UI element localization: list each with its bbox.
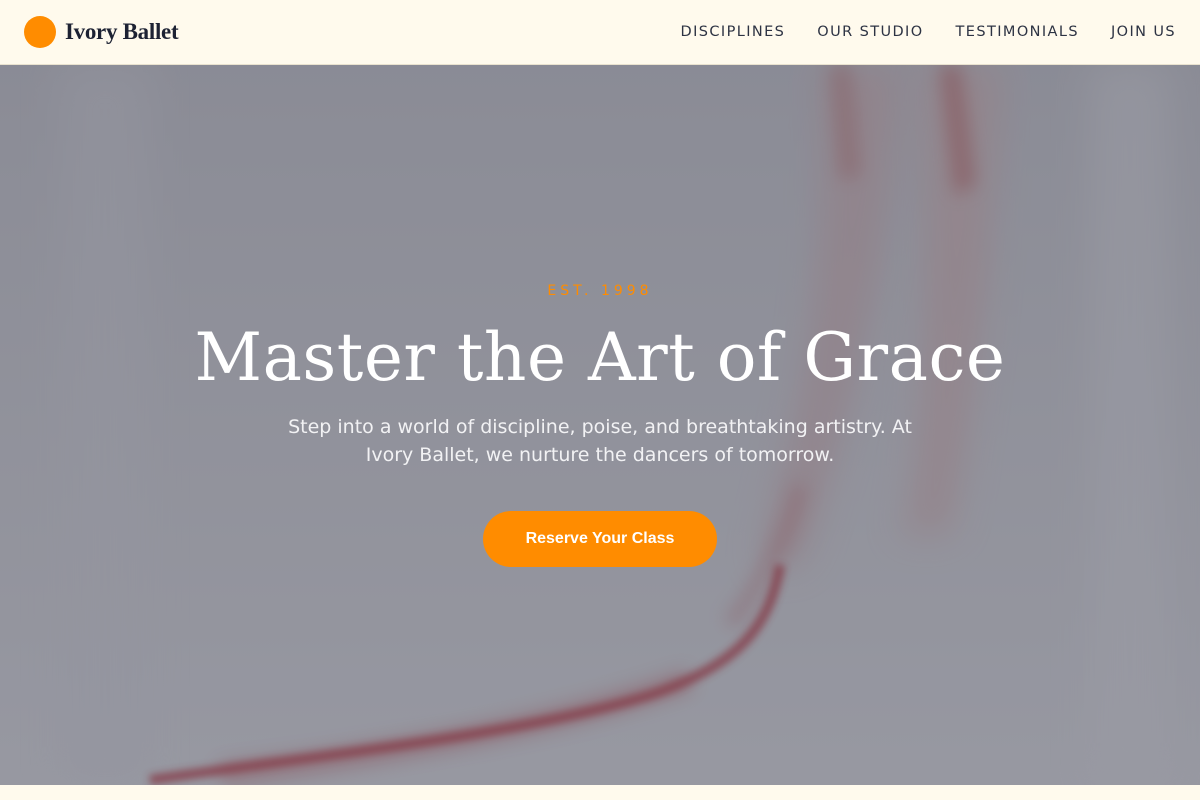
hero-headline: Master the Art of Grace xyxy=(194,319,1006,396)
reserve-class-button[interactable]: Reserve Your Class xyxy=(483,511,717,567)
established-label: EST. 1998 xyxy=(547,283,653,299)
brand-name: Ivory Ballet xyxy=(65,19,179,44)
hero-content: EST. 1998 Master the Art of Grace Step i… xyxy=(0,65,1200,785)
hero-subtitle: Step into a world of discipline, poise, … xyxy=(288,416,912,466)
hero-section: EST. 1998 Master the Art of Grace Step i… xyxy=(0,65,1200,785)
logo-circle-icon xyxy=(24,16,56,48)
main-nav: DISCIPLINES OUR STUDIO TESTIMONIALS JOIN… xyxy=(681,24,1176,40)
page-bottom-strip xyxy=(0,785,1200,800)
brand[interactable]: Ivory Ballet xyxy=(24,16,179,48)
site-header: Ivory Ballet DISCIPLINES OUR STUDIO TEST… xyxy=(0,0,1200,65)
nav-link-our-studio[interactable]: OUR STUDIO xyxy=(817,24,923,40)
nav-link-join-us[interactable]: JOIN US xyxy=(1111,24,1176,40)
nav-link-disciplines[interactable]: DISCIPLINES xyxy=(681,24,786,40)
nav-link-testimonials[interactable]: TESTIMONIALS xyxy=(956,24,1079,40)
